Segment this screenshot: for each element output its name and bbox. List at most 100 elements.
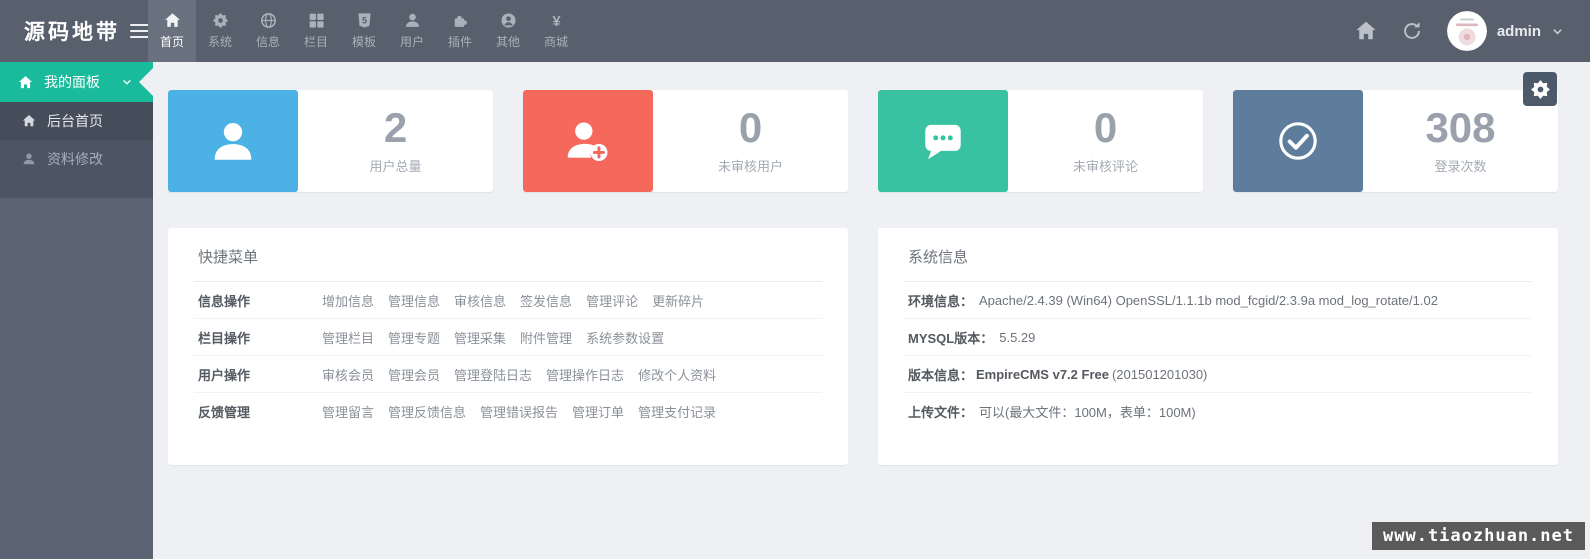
quick-link[interactable]: 审核会员 (322, 365, 374, 384)
stat-card-body: 0 未审核用户 (653, 90, 848, 192)
app-logo: 源码地带 (24, 16, 120, 46)
system-info-value: Apache/2.4.39 (Win64) OpenSSL/1.1.1b mod… (979, 293, 1438, 308)
nav-tab-home[interactable]: 首页 (148, 0, 196, 62)
chevron-down-icon (121, 76, 133, 88)
sidebar-item-profile-edit[interactable]: 资料修改 (0, 140, 153, 178)
quick-link[interactable]: 签发信息 (520, 291, 572, 310)
html5-icon: 5 (356, 12, 373, 29)
stat-label: 未审核评论 (1073, 156, 1138, 175)
system-info-label: 环境信息： (908, 291, 973, 310)
nav-tab-shop[interactable]: ¥ 商城 (532, 0, 580, 62)
quick-menu-links: 管理留言管理反馈信息管理错误报告管理订单管理支付记录 (322, 402, 716, 421)
quick-link[interactable]: 增加信息 (322, 291, 374, 310)
nav-tab-info[interactable]: 信息 (244, 0, 292, 62)
check-circle-icon (1233, 90, 1363, 192)
quick-link[interactable]: 管理登陆日志 (454, 365, 532, 384)
topbar: 源码地带 首页 系统 信息 栏目 5 模板用户插件其他 ¥ 商城 admin (0, 0, 1590, 62)
svg-text:5: 5 (361, 15, 366, 25)
quick-link[interactable]: 管理栏目 (322, 328, 374, 347)
quick-menu-row: 用户操作审核会员管理会员管理登陆日志管理操作日志修改个人资料 (194, 356, 822, 393)
menu-toggle-icon[interactable] (130, 20, 149, 42)
system-info-row: MYSQL版本：5.5.29 (904, 319, 1532, 356)
system-info-row: 上传文件：可以(最大文件：100M，表单：100M) (904, 393, 1532, 430)
quick-link[interactable]: 管理错误报告 (480, 402, 558, 421)
quick-menu-title: 快捷菜单 (194, 228, 822, 282)
nav-tab-template[interactable]: 5 模板 (340, 0, 388, 62)
stats-cards: 2用户总量 0 未审核用户 0 未审核评论 308 登录次数 (168, 90, 1558, 192)
quick-link[interactable]: 管理评论 (586, 291, 638, 310)
nav-tab-plugin[interactable]: 插件 (436, 0, 484, 62)
nav-tab-label: 首页 (160, 33, 184, 50)
nav-tab-system[interactable]: 系统 (196, 0, 244, 62)
quick-link[interactable]: 附件管理 (520, 328, 572, 347)
watermark: www.tiaozhuan.net (1372, 522, 1585, 550)
username: admin (1497, 23, 1541, 40)
quick-link[interactable]: 管理支付记录 (638, 402, 716, 421)
system-info-label: MYSQL版本： (908, 328, 993, 347)
nav-tab-user[interactable]: 用户 (388, 0, 436, 62)
sidebar-item-label: 后台首页 (47, 111, 103, 131)
refresh-icon[interactable] (1401, 20, 1423, 42)
user-plus-icon (523, 90, 653, 192)
gear-icon (1530, 79, 1551, 100)
nav-tab-other[interactable]: 其他 (484, 0, 532, 62)
stat-value: 0 (1094, 107, 1117, 149)
stat-card-total-users: 2用户总量 (168, 90, 493, 192)
stat-value: 0 (739, 107, 762, 149)
user-circle-icon (500, 12, 517, 29)
nav-tab-label: 信息 (256, 33, 280, 50)
nav-tab-column[interactable]: 栏目 (292, 0, 340, 62)
nav-tab-label: 模板 (352, 33, 376, 50)
quick-menu-panel: 快捷菜单 信息操作增加信息管理信息审核信息签发信息管理评论更新碎片栏目操作管理栏… (168, 228, 848, 465)
sidebar-item-label: 资料修改 (47, 149, 103, 169)
nav-tab-label: 系统 (208, 33, 232, 50)
globe-icon (260, 12, 277, 29)
quick-link[interactable]: 管理会员 (388, 365, 440, 384)
topbar-right: admin (1355, 0, 1590, 62)
quick-link[interactable]: 系统参数设置 (586, 328, 664, 347)
yen-icon: ¥ (548, 12, 565, 29)
nav-tab-label: 商城 (544, 33, 568, 50)
home-icon (18, 75, 33, 90)
stat-value: 308 (1425, 107, 1495, 149)
system-info-row: 环境信息： Apache/2.4.39 (Win64) OpenSSL/1.1.1… (904, 282, 1532, 319)
quick-link[interactable]: 管理操作日志 (546, 365, 624, 384)
user-icon (404, 12, 421, 29)
quick-link[interactable]: 管理信息 (388, 291, 440, 310)
panels: 快捷菜单 信息操作增加信息管理信息审核信息签发信息管理评论更新碎片栏目操作管理栏… (168, 228, 1558, 465)
system-info-row: 版本信息：EmpireCMS v7.2 Free (201501201030) (904, 356, 1532, 393)
stat-label: 登录次数 (1434, 156, 1486, 175)
quick-link[interactable]: 更新碎片 (652, 291, 704, 310)
home-icon (164, 12, 181, 29)
quick-menu-row-label: 反馈管理 (198, 402, 322, 421)
user-menu[interactable]: admin (1447, 11, 1564, 51)
stat-label: 未审核用户 (718, 156, 783, 175)
quick-menu-row-label: 用户操作 (198, 365, 322, 384)
quick-link[interactable]: 管理订单 (572, 402, 624, 421)
quick-menu-row-label: 栏目操作 (198, 328, 322, 347)
quick-link[interactable]: 管理采集 (454, 328, 506, 347)
sidebar-header-label: 我的面板 (44, 72, 100, 92)
quick-menu-links: 管理栏目管理专题管理采集附件管理系统参数设置 (322, 328, 664, 347)
stat-card-body: 0 未审核评论 (1008, 90, 1203, 192)
stat-card-unaudited-users: 0 未审核用户 (523, 90, 848, 192)
main-content: 2用户总量0未审核用户0未审核评论308登录次数 快捷菜单 信息操作增加信息管理… (153, 62, 1590, 559)
system-info-title: 系统信息 (904, 228, 1532, 282)
home-icon[interactable] (1355, 20, 1377, 42)
quick-link[interactable]: 管理专题 (388, 328, 440, 347)
active-arrow-notch (139, 68, 153, 96)
quick-link[interactable]: 修改个人资料 (638, 365, 716, 384)
stat-card-login-count: 308 登录次数 (1233, 90, 1558, 192)
settings-gear-button[interactable] (1523, 72, 1557, 106)
sidebar-header-my-panel[interactable]: 我的面板 (0, 62, 153, 102)
nav-tab-label: 其他 (496, 33, 520, 50)
grid-icon (308, 12, 325, 29)
sidebar-item-admin-home[interactable]: 后台首页 (0, 102, 153, 140)
stat-label: 用户总量 (369, 156, 421, 175)
quick-menu-links: 增加信息管理信息审核信息签发信息管理评论更新碎片 (322, 291, 704, 310)
quick-link[interactable]: 审核信息 (454, 291, 506, 310)
quick-link[interactable]: 管理反馈信息 (388, 402, 466, 421)
nav-tab-label: 栏目 (304, 33, 328, 50)
quick-link[interactable]: 管理留言 (322, 402, 374, 421)
chevron-down-icon (1551, 25, 1564, 38)
